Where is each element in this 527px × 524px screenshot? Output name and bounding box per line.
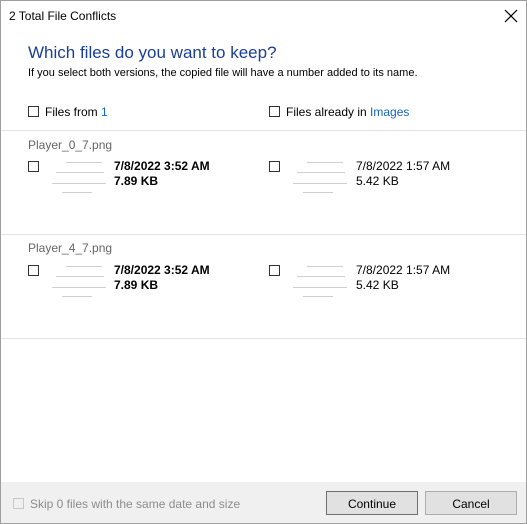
close-icon (504, 9, 518, 23)
source-folder-link[interactable]: 1 (101, 105, 108, 119)
destination-date: 7/8/2022 1:57 AM (356, 159, 451, 173)
files-already-in-checkbox[interactable] (269, 106, 280, 117)
files-already-in-text: Files already in (286, 105, 371, 119)
conflict-file-name: Player_0_7.png (28, 138, 113, 152)
destination-date: 7/8/2022 1:57 AM (356, 263, 451, 277)
destination-file-info: 7/8/2022 1:57 AM 5.42 KB (356, 263, 450, 293)
source-size: 7.89 KB (114, 174, 159, 188)
files-from-checkbox[interactable] (28, 106, 39, 117)
conflict-file-name: Player_4_7.png (28, 241, 113, 255)
source-file-info: 7/8/2022 3:52 AM 7.89 KB (114, 159, 210, 189)
destination-thumbnail[interactable] (289, 159, 349, 199)
files-already-in-label: Files already in Images (286, 105, 409, 119)
skip-same-files-checkbox[interactable] (13, 498, 24, 509)
skip-same-files-label: Skip 0 files with the same date and size (30, 497, 241, 511)
destination-size: 5.42 KB (356, 278, 399, 292)
window-title: 2 Total File Conflicts (9, 9, 117, 23)
file-conflicts-dialog: 2 Total File Conflicts Which files do yo… (0, 0, 527, 524)
divider (1, 234, 526, 235)
destination-thumbnail[interactable] (289, 263, 349, 303)
close-button[interactable] (496, 1, 526, 31)
source-thumbnail[interactable] (48, 263, 108, 303)
continue-button[interactable]: Continue (326, 491, 418, 515)
divider (1, 130, 526, 131)
source-date: 7/8/2022 3:52 AM (114, 159, 210, 173)
keep-destination-checkbox[interactable] (269, 265, 280, 276)
source-size: 7.89 KB (114, 278, 159, 292)
destination-folder-link[interactable]: Images (370, 105, 409, 119)
files-from-text: Files from (45, 105, 102, 119)
dialog-heading: Which files do you want to keep? (28, 43, 277, 62)
keep-destination-checkbox[interactable] (269, 161, 280, 172)
divider (1, 338, 526, 339)
keep-source-checkbox[interactable] (28, 161, 39, 172)
source-file-info: 7/8/2022 3:52 AM 7.89 KB (114, 263, 210, 293)
destination-file-info: 7/8/2022 1:57 AM 5.42 KB (356, 159, 450, 189)
title-bar: 2 Total File Conflicts (1, 1, 526, 31)
source-date: 7/8/2022 3:52 AM (114, 263, 210, 277)
keep-source-checkbox[interactable] (28, 265, 39, 276)
files-from-label: Files from 1 (45, 105, 108, 119)
cancel-button[interactable]: Cancel (425, 491, 517, 515)
source-thumbnail[interactable] (48, 159, 108, 199)
destination-size: 5.42 KB (356, 174, 399, 188)
dialog-subtext: If you select both versions, the copied … (28, 67, 418, 79)
